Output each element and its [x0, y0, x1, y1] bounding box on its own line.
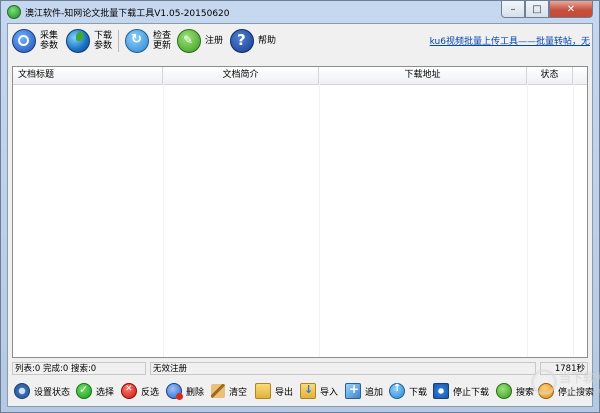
collect-params-line2: 参数: [40, 41, 59, 51]
register-icon: [177, 29, 201, 53]
import-icon: [300, 383, 316, 399]
column-divider: [163, 84, 164, 357]
status-timer: 1781秒: [540, 362, 588, 375]
clear-button[interactable]: 清空: [211, 383, 247, 399]
stop-icon: [433, 383, 449, 399]
toolbar-separator: [118, 30, 119, 52]
app-logo-icon: [7, 5, 21, 19]
maximize-button[interactable]: □: [525, 1, 549, 18]
client-area: 采集参数 下载参数 检查更新 注册 帮助 ku6视频批量上传工具——批量转帖，无: [7, 23, 594, 407]
column-header-status[interactable]: 状态: [527, 67, 573, 84]
register-button[interactable]: 注册: [177, 28, 223, 54]
invert-select-button[interactable]: 反选: [121, 383, 159, 399]
help-button[interactable]: 帮助: [230, 28, 276, 54]
import-button[interactable]: 导入: [300, 383, 338, 399]
delete-label: 删除: [186, 387, 205, 398]
folder-icon: [255, 383, 271, 399]
stop-download-label: 停止下载: [453, 387, 490, 398]
invert-select-label: 反选: [141, 387, 160, 398]
refresh-icon: [125, 29, 149, 53]
close-button[interactable]: ✕: [549, 1, 593, 18]
clear-label: 清空: [229, 387, 248, 398]
action-bar: 设置状态 选择 反选 删除 清空 导出: [8, 378, 594, 404]
settings-status-button[interactable]: 设置状态: [14, 383, 70, 399]
check-update-line1: 检查: [153, 31, 172, 41]
title-bar[interactable]: 澳江软件-知网论文批量下载工具V1.05-20150620 – □ ✕: [1, 1, 599, 23]
column-header-summary[interactable]: 文档简介: [163, 67, 319, 84]
x-icon: [121, 383, 137, 399]
status-license: 无效注册: [150, 362, 536, 375]
globe-icon: [66, 29, 90, 53]
toolbar: 采集参数 下载参数 检查更新 注册 帮助 ku6视频批量上传工具——批量转帖，无: [8, 24, 592, 58]
import-label: 导入: [320, 387, 339, 398]
download-params-button[interactable]: 下载 参数: [66, 28, 112, 54]
column-divider: [319, 84, 320, 357]
column-divider: [527, 84, 528, 357]
column-header-title[interactable]: 文档标题: [13, 67, 163, 84]
collect-params-button[interactable]: 采集 参数: [12, 28, 58, 54]
column-divider: [573, 84, 574, 357]
download-label: 下载: [409, 387, 428, 398]
select-label: 选择: [96, 387, 115, 398]
stop-search-button[interactable]: 停止搜索: [538, 383, 594, 399]
export-label: 导出: [275, 387, 294, 398]
help-label: 帮助: [258, 36, 277, 46]
stop-search-label: 停止搜索: [558, 387, 595, 398]
table-header: 文档标题 文档简介 下载地址 状态: [13, 67, 587, 85]
append-button[interactable]: 追加: [345, 382, 384, 399]
broom-icon: [211, 384, 225, 398]
export-button[interactable]: 导出: [255, 383, 293, 399]
search-label: 搜索: [516, 387, 535, 398]
minimize-button[interactable]: –: [501, 1, 525, 18]
download-params-line2: 参数: [94, 41, 113, 51]
download-icon: [389, 383, 405, 399]
stop-download-button[interactable]: 停止下载: [433, 383, 489, 399]
register-label: 注册: [205, 36, 224, 46]
check-icon: [76, 383, 92, 399]
help-icon: [230, 29, 254, 53]
status-counts: 列表:0 完成:0 搜索:0: [12, 362, 146, 375]
search-icon: [496, 383, 512, 399]
download-button[interactable]: 下载: [389, 383, 427, 399]
settings-status-label: 设置状态: [34, 387, 71, 398]
stop-search-icon: [538, 383, 554, 399]
search-button[interactable]: 搜索: [496, 383, 534, 399]
column-header-url[interactable]: 下载地址: [319, 67, 527, 84]
search-icon: [12, 29, 36, 53]
window-controls: – □ ✕: [501, 1, 593, 19]
collect-params-line1: 采集: [40, 31, 59, 41]
document-table[interactable]: 文档标题 文档简介 下载地址 状态: [12, 66, 588, 358]
add-icon: [345, 382, 361, 399]
app-window: 澳江软件-知网论文批量下载工具V1.05-20150620 – □ ✕ 采集 参数…: [0, 0, 600, 413]
status-bar: 列表:0 完成:0 搜索:0 无效注册 1781秒: [12, 362, 588, 375]
promo-link[interactable]: ku6视频批量上传工具——批量转帖，无: [430, 34, 590, 47]
download-params-line1: 下载: [94, 31, 113, 41]
gear-icon: [14, 383, 30, 399]
delete-button[interactable]: 删除: [166, 383, 205, 400]
delete-icon: [166, 383, 183, 400]
check-update-line2: 更新: [153, 41, 172, 51]
append-label: 追加: [365, 387, 384, 398]
check-update-button[interactable]: 检查更新: [125, 28, 171, 54]
window-title: 澳江软件-知网论文批量下载工具V1.05-20150620: [25, 9, 230, 19]
select-button[interactable]: 选择: [76, 383, 114, 399]
